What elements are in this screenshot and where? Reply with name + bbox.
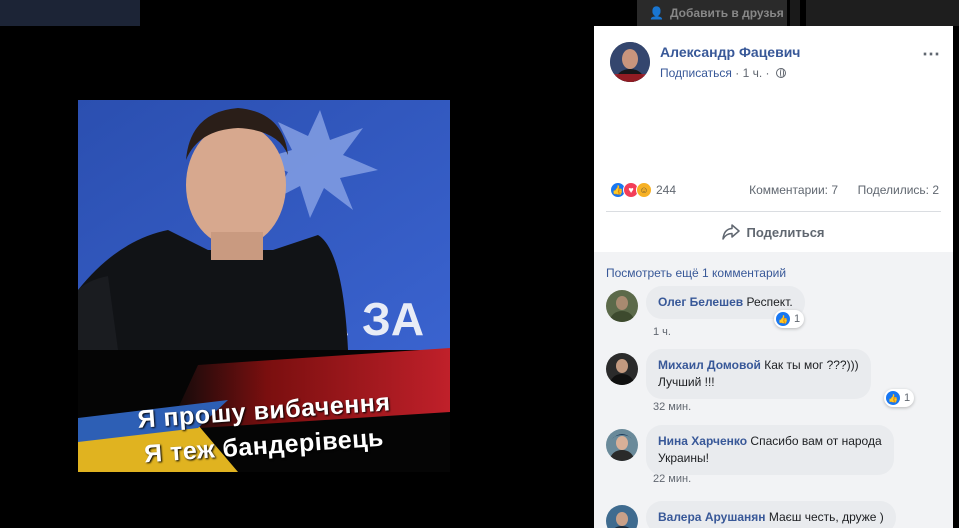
background-block [806, 0, 959, 26]
commenter-name[interactable]: Валера Арушанян [658, 510, 766, 524]
comments-section: Посмотреть ещё 1 комментарий Олег Белеше… [594, 252, 953, 528]
shares-count[interactable]: Поделились: 2 [858, 183, 939, 197]
add-friend-icon: 👤 [649, 6, 664, 20]
comment-bubble: Михаил Домовой Как ты мог ???))) Лучший … [646, 349, 871, 399]
view-more-comments-link[interactable]: Посмотреть ещё 1 комментарий [606, 266, 786, 280]
comment-text: Спасибо вам от народа [750, 434, 882, 448]
reaction-count[interactable]: 244 [656, 183, 676, 197]
post-meta: Подписаться · 1 ч. · [660, 66, 786, 80]
comment-text-line2: Лучший !!! [658, 375, 715, 389]
commenter-name[interactable]: Михаил Домовой [658, 358, 761, 372]
comment: Михаил Домовой Как ты мог ???))) Лучший … [606, 349, 941, 415]
comment: Олег Белешев Респект. 👍 1 1 ч. [606, 286, 941, 338]
comment-text: Как ты мог ???))) [764, 358, 859, 372]
comment-text: Респект. [746, 295, 793, 309]
background-block [790, 0, 800, 26]
comment-like-count[interactable]: 👍 1 [884, 389, 915, 407]
share-icon [722, 224, 741, 240]
add-friend-label: Добавить в друзья [669, 6, 784, 20]
post-header: Александр Фацевич Подписаться · 1 ч. · ⋯ [610, 42, 941, 86]
add-friend-button[interactable]: 👤 Добавить в друзья [637, 0, 787, 26]
comment-like-count[interactable]: 👍 1 [774, 310, 805, 328]
commenter-avatar[interactable] [606, 429, 638, 461]
comment-time[interactable]: 32 мин. [653, 401, 691, 413]
post-side-panel: Александр Фацевич Подписаться · 1 ч. · ⋯… [594, 26, 953, 528]
commenter-avatar[interactable] [606, 290, 638, 322]
reactions-summary: 👍 ♥ ☺ 244 Комментарии: 7 Поделились: 2 [610, 180, 939, 202]
like-icon: 👍 [776, 312, 790, 326]
comment: Нина Харченко Спасибо вам от народа Укра… [606, 425, 941, 491]
commenter-avatar[interactable] [606, 353, 638, 385]
comments-count[interactable]: Комментарии: 7 [749, 183, 838, 197]
post-photo[interactable]: А ЗА Я прошу вибачення Я теж бандерівець [78, 100, 450, 472]
comment-time[interactable]: 22 мин. [653, 473, 691, 485]
post-time[interactable]: 1 ч. [743, 66, 763, 80]
subscribe-link[interactable]: Подписаться [660, 66, 732, 80]
haha-reaction-icon[interactable]: ☺ [636, 182, 652, 198]
commenter-name[interactable]: Нина Харченко [658, 434, 747, 448]
comment-text-line2: Украины! [658, 451, 709, 465]
comment-text: Маєш честь, друже ) [768, 510, 884, 524]
comment-likes: 1 [794, 313, 801, 325]
like-icon: 👍 [886, 391, 900, 405]
share-button[interactable]: Поделиться [594, 216, 953, 248]
commenter-avatar[interactable] [606, 505, 638, 528]
comment-likes: 1 [904, 392, 911, 404]
author-name[interactable]: Александр Фацевич [660, 44, 800, 60]
divider [606, 211, 941, 212]
meta-separator: · [735, 66, 743, 80]
share-button-label: Поделиться [746, 224, 825, 240]
meta-separator: · [765, 66, 773, 80]
comment-bubble: Нина Харченко Спасибо вам от народа Укра… [646, 425, 894, 475]
author-avatar[interactable] [610, 42, 650, 82]
comment: Валера Арушанян Маєш честь, друже ) [606, 501, 941, 528]
comment-bubble: Валера Арушанян Маєш честь, друже ) [646, 501, 896, 528]
globe-icon [775, 68, 786, 78]
photo-theater: 👤 Добавить в друзья А ЗА Я прошу вибачен… [0, 0, 959, 528]
commenter-name[interactable]: Олег Белешев [658, 295, 743, 309]
background-cover-thumb [0, 0, 140, 26]
comment-time[interactable]: 1 ч. [653, 326, 671, 338]
more-options-icon[interactable]: ⋯ [922, 44, 941, 65]
